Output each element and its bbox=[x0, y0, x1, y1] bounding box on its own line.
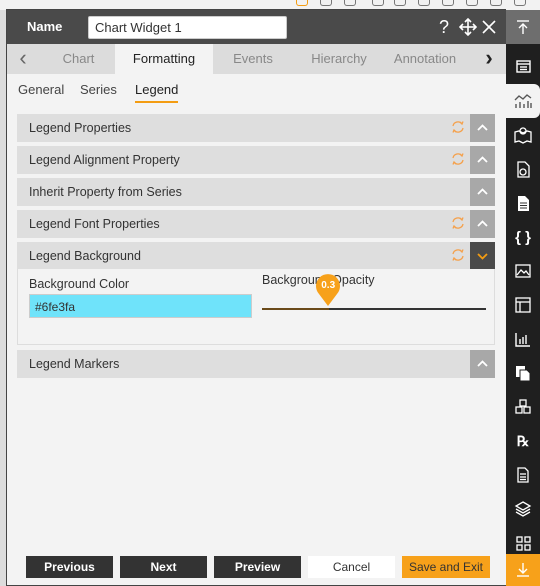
background-color-label: Background Color bbox=[29, 277, 130, 291]
tab-chart[interactable]: Chart bbox=[42, 44, 115, 74]
accordion-legend-markers[interactable]: Legend Markers bbox=[17, 350, 495, 378]
accordion-title: Legend Font Properties bbox=[29, 217, 160, 231]
copy-icon[interactable] bbox=[506, 356, 540, 390]
accordion-title: Legend Alignment Property bbox=[29, 153, 180, 167]
accordion-title: Legend Background bbox=[29, 249, 141, 263]
bar-chart-icon[interactable] bbox=[506, 322, 540, 356]
accordion-legend-background[interactable]: Legend Background bbox=[17, 242, 495, 270]
accordion-title: Legend Properties bbox=[29, 121, 132, 135]
collapse-up-icon[interactable] bbox=[470, 146, 495, 174]
tab-bar: ‹ Chart Formatting Events Hierarchy Anno… bbox=[7, 44, 506, 74]
collapse-up-icon[interactable] bbox=[470, 350, 495, 378]
save-and-exit-button[interactable]: Save and Exit bbox=[402, 556, 490, 578]
slider-value: 0.3 bbox=[321, 280, 336, 291]
tab-prev-icon[interactable]: ‹ bbox=[11, 44, 35, 74]
collapse-up-icon[interactable] bbox=[470, 210, 495, 238]
preview-button[interactable]: Preview bbox=[214, 556, 301, 578]
tab-events[interactable]: Events bbox=[213, 44, 293, 74]
reset-icon[interactable] bbox=[451, 248, 465, 262]
tab-hierarchy[interactable]: Hierarchy bbox=[293, 44, 385, 74]
map-icon[interactable] bbox=[506, 118, 540, 152]
toolbar-icon[interactable] bbox=[466, 0, 478, 6]
panel-header: Name ? bbox=[7, 10, 506, 44]
help-icon[interactable]: ? bbox=[439, 17, 449, 37]
toolbar-icon[interactable] bbox=[344, 0, 356, 6]
reset-icon[interactable] bbox=[451, 216, 465, 230]
rx-icon[interactable]: ℞ bbox=[506, 424, 540, 458]
chart-icon[interactable] bbox=[506, 84, 540, 118]
toolbar-icon[interactable] bbox=[418, 0, 430, 6]
expand-down-icon[interactable] bbox=[470, 242, 495, 270]
move-icon[interactable] bbox=[459, 17, 477, 37]
toolbar-icon[interactable] bbox=[514, 0, 526, 6]
subtab-general[interactable]: General bbox=[18, 82, 64, 97]
toolbar-icon[interactable] bbox=[320, 0, 332, 6]
tab-formatting[interactable]: Formatting bbox=[115, 44, 213, 74]
background-opacity-slider[interactable] bbox=[262, 308, 486, 310]
tab-annotation[interactable]: Annotation bbox=[385, 44, 465, 74]
collapse-up-icon[interactable] bbox=[470, 178, 495, 206]
accordion-legend-alignment[interactable]: Legend Alignment Property bbox=[17, 146, 495, 174]
collapse-up-icon[interactable] bbox=[470, 114, 495, 142]
slider-fill bbox=[262, 308, 330, 310]
file-chart-icon[interactable] bbox=[506, 152, 540, 186]
download-icon[interactable] bbox=[506, 554, 540, 586]
subtab-legend[interactable]: Legend bbox=[135, 82, 179, 103]
json-icon[interactable]: { } bbox=[506, 220, 540, 254]
image-icon[interactable] bbox=[506, 254, 540, 288]
chart-properties-panel: Name ? ‹ Chart Formatting Events Hierarc… bbox=[6, 9, 506, 586]
subtab-series[interactable]: Series bbox=[80, 82, 117, 97]
slider-thumb[interactable]: 0.3 bbox=[315, 273, 341, 307]
reset-icon[interactable] bbox=[451, 152, 465, 166]
toolbar-icon[interactable] bbox=[296, 0, 308, 6]
dashboard-icon[interactable] bbox=[506, 50, 540, 84]
background-color-input[interactable]: #6fe3fa bbox=[29, 294, 252, 318]
tab-next-icon[interactable]: › bbox=[477, 44, 501, 74]
report-icon[interactable] bbox=[506, 458, 540, 492]
accordion-title: Inherit Property from Series bbox=[29, 185, 182, 199]
layers-icon[interactable] bbox=[506, 492, 540, 526]
next-button[interactable]: Next bbox=[120, 556, 207, 578]
accordion-title: Legend Markers bbox=[29, 357, 120, 371]
accordion-inherit-property[interactable]: Inherit Property from Series bbox=[17, 178, 495, 206]
toolbar-icon[interactable] bbox=[372, 0, 384, 6]
close-icon[interactable] bbox=[481, 17, 497, 37]
accordion-legend-font[interactable]: Legend Font Properties bbox=[17, 210, 495, 238]
accordion-legend-properties[interactable]: Legend Properties bbox=[17, 114, 495, 142]
toolbar-icon[interactable] bbox=[394, 0, 406, 6]
widget-name-input[interactable] bbox=[88, 16, 287, 39]
document-icon[interactable] bbox=[506, 186, 540, 220]
toolbar-icon[interactable] bbox=[490, 0, 502, 6]
legend-background-body: Background Color #6fe3fa Background Opac… bbox=[17, 269, 495, 345]
collapse-up-icon[interactable] bbox=[506, 10, 540, 44]
toolbar-icon[interactable] bbox=[442, 0, 454, 6]
previous-button[interactable]: Previous bbox=[26, 556, 113, 578]
right-toolbar: { } ℞ bbox=[506, 10, 540, 586]
cubes-icon[interactable] bbox=[506, 390, 540, 424]
cancel-button[interactable]: Cancel bbox=[308, 556, 395, 578]
table-icon[interactable] bbox=[506, 288, 540, 322]
name-label: Name bbox=[27, 19, 63, 34]
reset-icon[interactable] bbox=[451, 120, 465, 134]
